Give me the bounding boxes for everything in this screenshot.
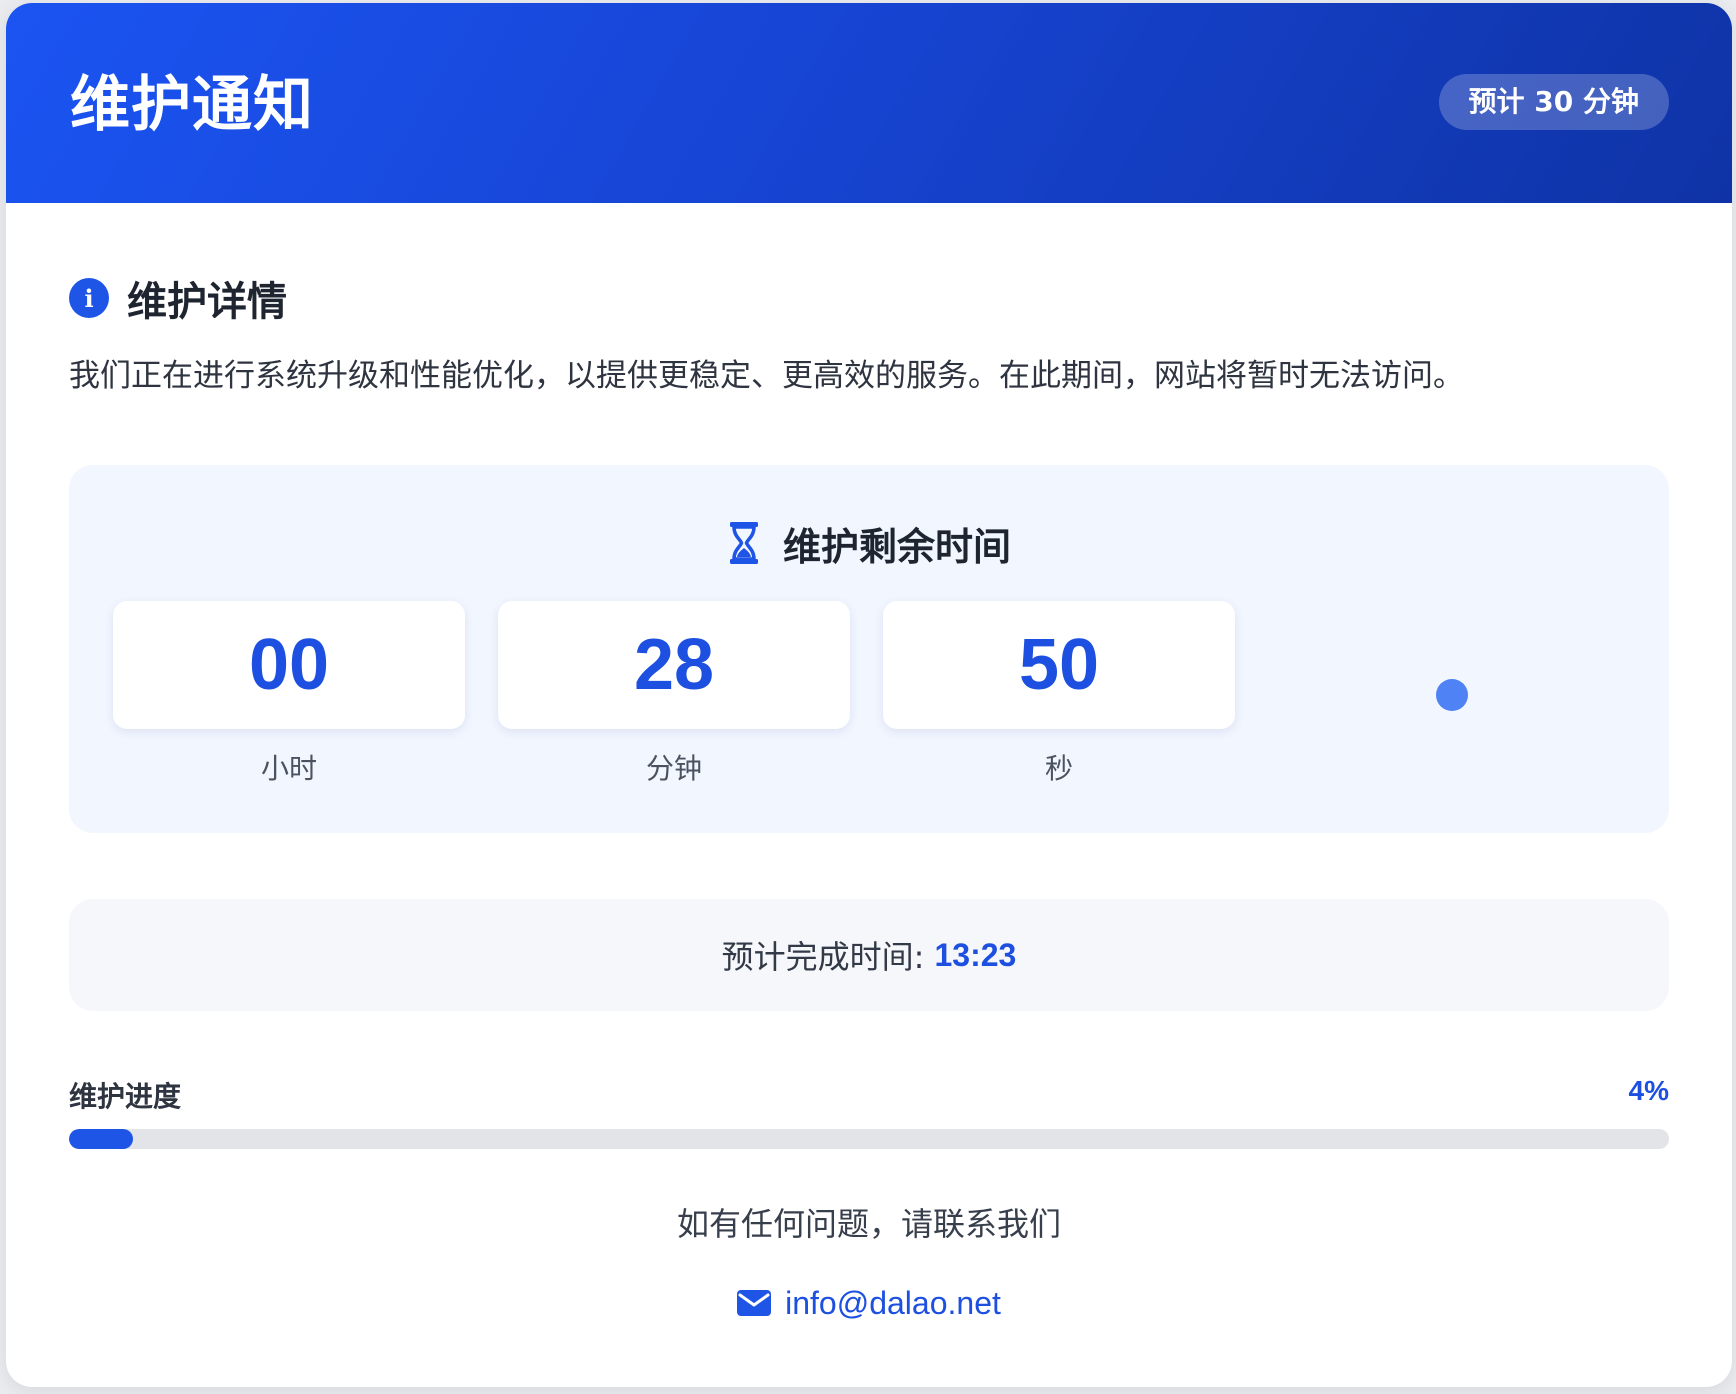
countdown-panel: 维护剩余时间 00 小时 28 分钟 50 秒 <box>69 465 1669 833</box>
details-description: 我们正在进行系统升级和性能优化，以提供更稳定、更高效的服务。在此期间，网站将暂时… <box>69 358 1464 394</box>
contact-row: info@dalao.net <box>6 1279 1732 1327</box>
details-heading: i 维护详情 <box>69 273 287 325</box>
mail-icon <box>737 1290 772 1316</box>
progress-bar-fill <box>69 1129 133 1149</box>
countdown-heading: 维护剩余时间 <box>69 517 1669 569</box>
duration-badge: 预计 30 分钟 <box>1438 74 1669 130</box>
hours-value: 00 <box>113 601 465 729</box>
contact-email-link[interactable]: info@dalao.net <box>785 1285 1001 1322</box>
progress-label: 维护进度 <box>69 1080 182 1113</box>
page-title: 维护通知 <box>70 70 314 140</box>
maintenance-card: 维护通知 预计 30 分钟 i 维护详情 我们正在进行系统升级和性能优化，以提供… <box>6 3 1732 1387</box>
minutes-unit: 28 分钟 <box>498 601 850 787</box>
minutes-label: 分钟 <box>645 752 702 785</box>
info-icon: i <box>69 278 109 318</box>
eta-time: 13:23 <box>934 936 1017 973</box>
countdown-title: 维护剩余时间 <box>782 524 1011 569</box>
hours-label: 小时 <box>260 752 317 785</box>
minutes-value: 28 <box>498 601 850 729</box>
eta-label: 预计完成时间: <box>721 938 925 976</box>
header: 维护通知 预计 30 分钟 <box>6 3 1732 203</box>
progress-percent: 4% <box>1628 1075 1669 1106</box>
progress-bar <box>69 1129 1669 1149</box>
seconds-label: 秒 <box>1044 752 1073 785</box>
contact-text: 如有任何问题，请联系我们 <box>676 1205 1061 1243</box>
status-pulse-dot <box>1436 679 1468 711</box>
eta-panel: 预计完成时间: 13:23 <box>69 899 1669 1011</box>
hourglass-icon <box>729 522 758 564</box>
seconds-unit: 50 秒 <box>883 601 1235 787</box>
seconds-value: 50 <box>883 601 1235 729</box>
details-title: 维护详情 <box>127 279 287 325</box>
hours-unit: 00 小时 <box>113 601 465 787</box>
